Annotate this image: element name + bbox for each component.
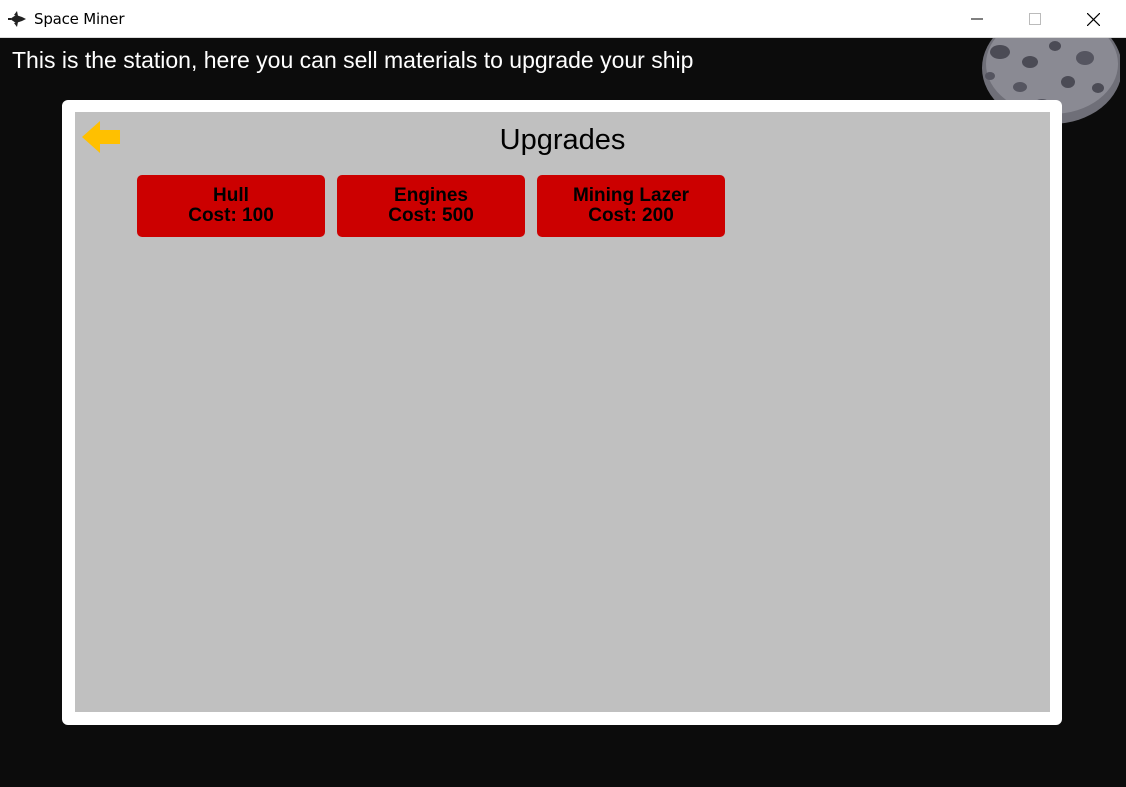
upgrade-cost: Cost: 200	[588, 205, 674, 226]
upgrades-panel-body: Upgrades Hull Cost: 100 Engines Cost: 50…	[75, 112, 1050, 712]
window-title-bar: Space Miner	[0, 0, 1126, 38]
close-icon	[1086, 12, 1100, 26]
upgrade-cost: Cost: 500	[388, 205, 474, 226]
spaceship-icon	[8, 11, 26, 27]
upgrade-button-engines[interactable]: Engines Cost: 500	[337, 175, 525, 237]
window-title: Space Miner	[34, 10, 125, 28]
minimize-icon	[971, 18, 983, 20]
minimize-button[interactable]	[948, 0, 1006, 38]
upgrade-cost: Cost: 100	[188, 205, 274, 226]
station-message: This is the station, here you can sell m…	[12, 47, 694, 73]
game-viewport: This is the station, here you can sell m…	[0, 38, 1126, 787]
panel-title: Upgrades	[75, 124, 1050, 157]
upgrades-panel: Upgrades Hull Cost: 100 Engines Cost: 50…	[62, 100, 1062, 725]
maximize-icon	[1029, 13, 1041, 25]
upgrade-button-hull[interactable]: Hull Cost: 100	[137, 175, 325, 237]
panel-title-text: Upgrades	[499, 124, 626, 156]
upgrade-name: Engines	[394, 185, 468, 206]
upgrade-button-mining-lazer[interactable]: Mining Lazer Cost: 200	[537, 175, 725, 237]
upgrade-name: Mining Lazer	[572, 185, 690, 206]
upgrade-name: Hull	[213, 185, 249, 206]
close-button[interactable]	[1064, 0, 1122, 38]
maximize-button[interactable]	[1006, 0, 1064, 38]
